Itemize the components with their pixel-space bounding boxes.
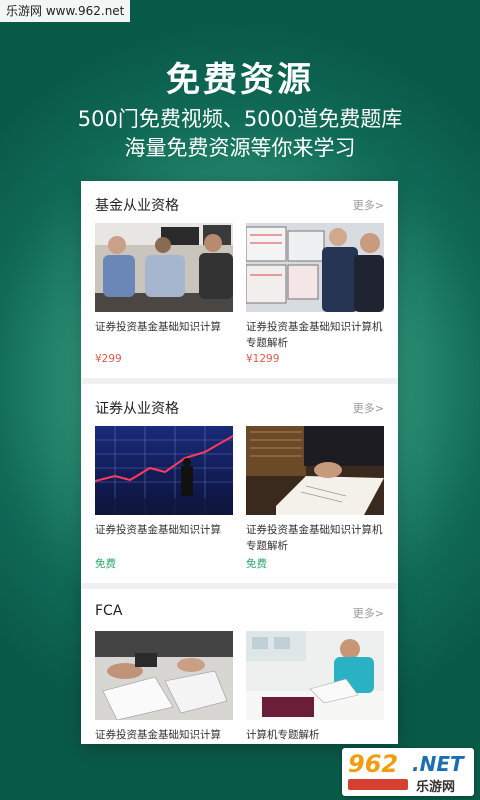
card-price: ¥1299 — [246, 353, 280, 365]
watermark-logo: 962 .NET 乐游网 — [342, 748, 474, 796]
section-title: 证券从业资格 — [95, 401, 179, 417]
meeting-photo — [95, 223, 233, 312]
section-title: FCA — [95, 603, 123, 619]
card-title: 计算机专题解析 — [246, 729, 320, 741]
more-link[interactable]: 更多> — [353, 197, 384, 213]
hero-subtitle-1: 500门免费视频、5000道免费题库 — [77, 107, 403, 131]
signing-document-photo — [246, 426, 384, 515]
stock-chart-man-photo — [95, 426, 233, 515]
office-reading-photo — [246, 631, 384, 720]
watermark-cn: 乐游网 — [416, 780, 456, 795]
section-securities: 证券从业资格 更多> 证券投资基金基础知识计算 免费 证券投资基金基础知识计算机… — [81, 384, 398, 583]
more-link[interactable]: 更多> — [353, 605, 384, 621]
card-title: 证券投资基金基础知识计算 — [95, 321, 221, 333]
card-price: 免费 — [95, 558, 116, 570]
section-fund: 基金从业资格 更多> 证券投资基金基础知识计算 ¥299 证券投资基金基础知识计… — [81, 181, 398, 378]
section-fca: FCA 更多> 证券投资基金基础知识计算 计算机专题解析 — [81, 589, 398, 744]
documents-desk-photo — [95, 631, 233, 720]
section-title: 基金从业资格 — [95, 198, 179, 214]
watermark-top: 乐游网 www.962.net — [0, 0, 131, 22]
course-panel: 基金从业资格 更多> 证券投资基金基础知识计算 ¥299 证券投资基金基础知识计… — [81, 181, 398, 744]
card-price: 免费 — [246, 558, 267, 570]
card-title: 证券投资基金基础知识计算 — [95, 729, 221, 741]
card-price: ¥299 — [95, 353, 122, 365]
watermark-num: 962 — [348, 750, 399, 778]
card-title: 证券投资基金基础知识计算机专题解析 — [246, 321, 383, 349]
watermark-net: .NET — [412, 752, 464, 776]
traders-screens-photo — [246, 223, 384, 312]
watermark-tag — [348, 779, 408, 790]
card-title: 证券投资基金基础知识计算机专题解析 — [246, 524, 383, 552]
more-link[interactable]: 更多> — [353, 400, 384, 416]
card-title: 证券投资基金基础知识计算 — [95, 524, 221, 536]
hero-subtitle-2: 海量免费资源等你来学习 — [124, 136, 356, 160]
hero-title: 免费资源 — [166, 60, 314, 100]
